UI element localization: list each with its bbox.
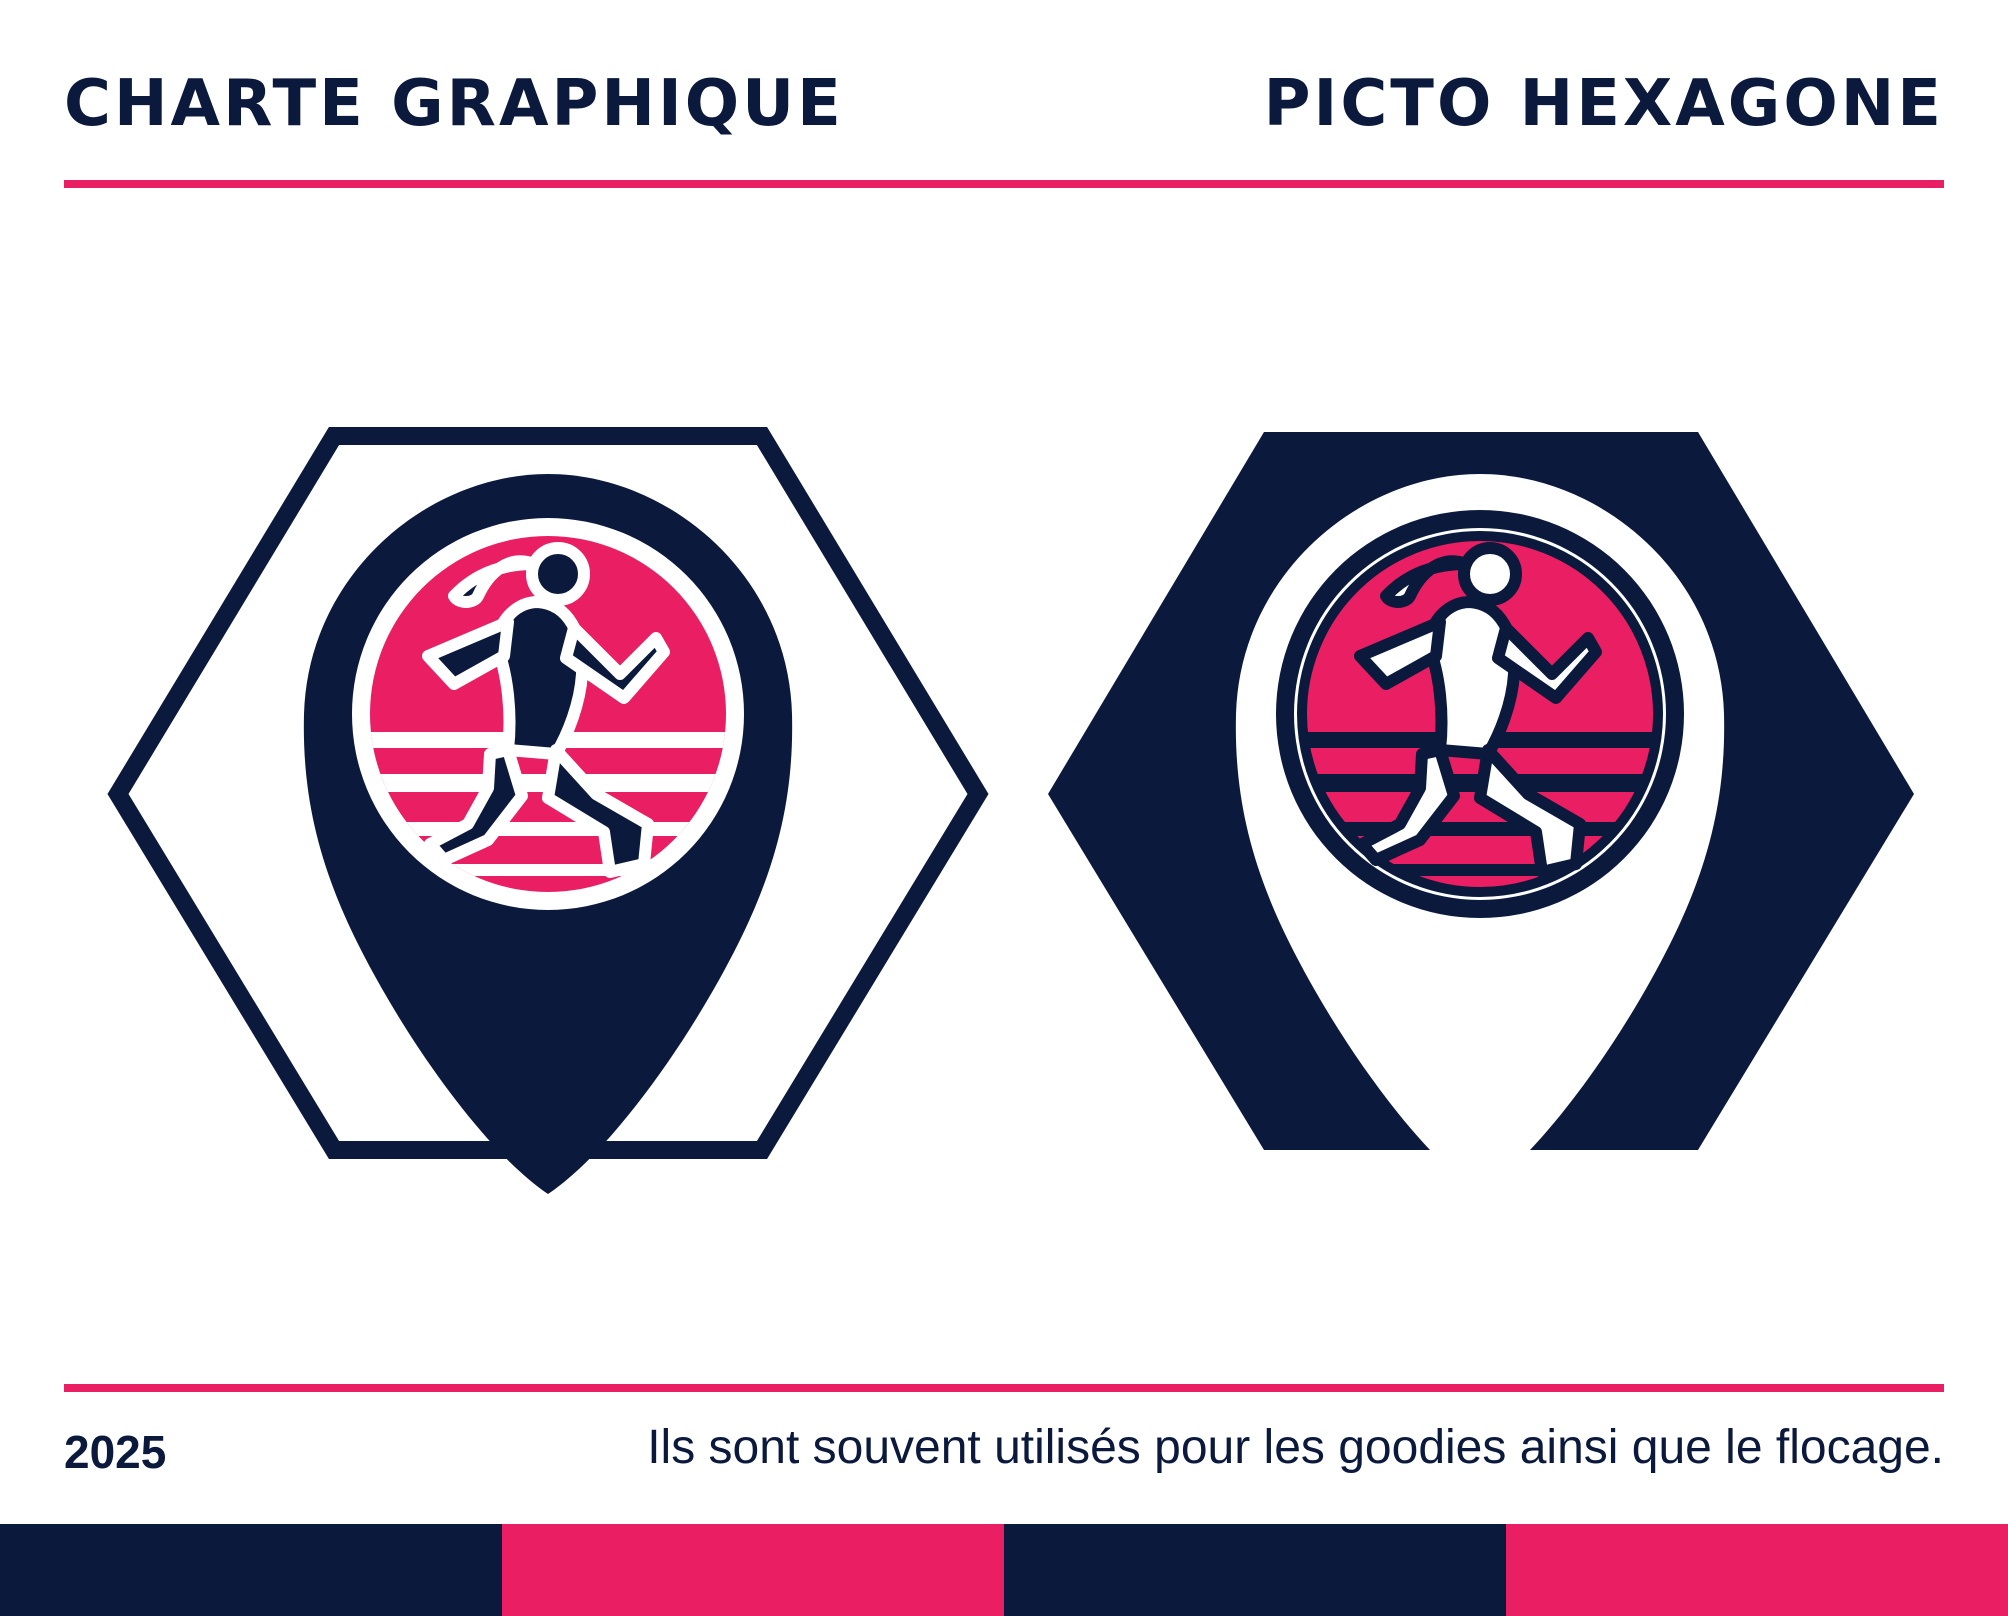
bottom-divider xyxy=(64,1384,1944,1392)
filled-hexagon-logo xyxy=(1048,432,1914,1194)
color-bar-strip xyxy=(0,1524,2008,1616)
outline-hexagon-logo xyxy=(107,427,989,1194)
footer-year: 2025 xyxy=(64,1426,167,1478)
color-bar-segment xyxy=(1004,1524,1506,1616)
color-bar-segment xyxy=(502,1524,1004,1616)
footer-caption: Ils sont souvent utilisés pour les goodi… xyxy=(647,1421,1944,1474)
color-bar-segment xyxy=(1506,1524,2008,1616)
logo-showcase xyxy=(107,427,1914,1194)
color-bar-segment xyxy=(0,1524,502,1616)
